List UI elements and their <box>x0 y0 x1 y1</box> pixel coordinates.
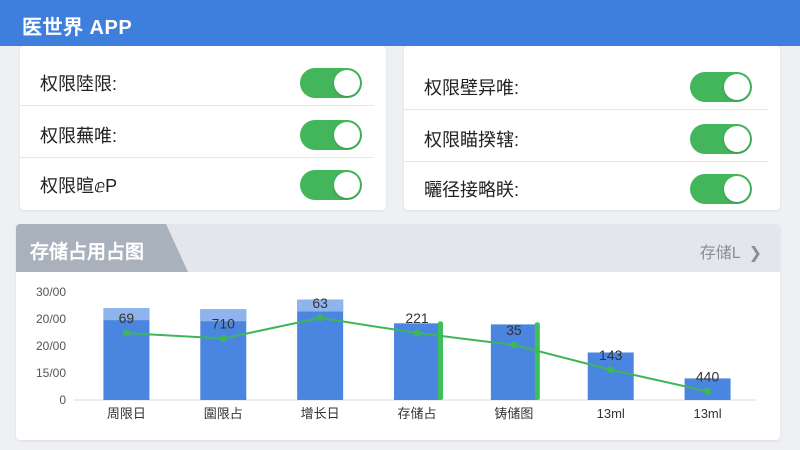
permission-row[interactable]: 权限蕪唯: <box>20 106 386 158</box>
toggle-knob <box>334 122 360 148</box>
x-tick-label: 铸储图 <box>494 406 533 421</box>
x-tick-label: 存储占 <box>397 406 436 421</box>
trend-point <box>316 314 324 322</box>
data-label: 35 <box>506 322 522 338</box>
toggle-knob <box>334 172 360 198</box>
permission-row[interactable]: 权限暄ⅇP <box>20 156 386 208</box>
data-label: 221 <box>405 310 429 326</box>
x-tick-label: 13ml <box>597 406 625 421</box>
permissions-card-right: 权限壁异唯: 权限瞄揆辖: 曬径接略眹: <box>404 46 780 210</box>
permission-toggle[interactable] <box>690 72 752 102</box>
trend-point <box>122 329 130 337</box>
permission-toggle[interactable] <box>690 174 752 204</box>
permission-label: 权限壁异唯: <box>424 78 520 98</box>
toggle-knob <box>724 126 750 152</box>
trend-point <box>510 341 518 349</box>
permission-toggle[interactable] <box>300 170 362 200</box>
y-tick-label: 15/00 <box>36 366 66 380</box>
permission-label: 权限蕪唯: <box>40 126 118 146</box>
permission-toggle[interactable] <box>300 120 362 150</box>
permission-toggle[interactable] <box>300 68 362 98</box>
y-tick-label: 30/00 <box>36 285 66 299</box>
data-label: 69 <box>119 310 135 326</box>
x-tick-label: 增长日 <box>301 406 340 421</box>
app-header: 医世界 APP <box>0 0 800 46</box>
x-tick-label: 圍限占 <box>204 406 243 421</box>
permission-row[interactable]: 权限陸限: <box>20 54 386 106</box>
bar-accent <box>438 321 443 400</box>
data-label: 143 <box>599 347 623 363</box>
permission-label: 曬径接略眹: <box>424 180 520 200</box>
y-tick-label: 0 <box>59 393 66 407</box>
app-title: 医世界 APP <box>22 17 133 39</box>
data-label: 710 <box>212 315 236 331</box>
trend-point <box>704 387 712 395</box>
x-tick-label: 周限日 <box>107 406 146 421</box>
permission-row[interactable]: 权限瞄揆辖: <box>404 110 780 162</box>
trend-point <box>607 366 615 374</box>
permission-row[interactable]: 权限壁异唯: <box>404 58 780 110</box>
permissions-card-left: 权限陸限: 权限蕪唯: 权限暄ⅇP <box>20 46 386 210</box>
bar-accent <box>534 322 540 400</box>
permission-label: 权限暄ⅇP <box>40 176 118 196</box>
x-tick-label: 13ml <box>693 406 721 421</box>
storage-chart-card: 存储占用占图 存储L ❯ 30/00 20/00 20/00 15/00 0 周限日 圍限占增… <box>16 224 780 440</box>
data-label: 440 <box>696 368 720 384</box>
permission-row[interactable]: 曬径接略眹: <box>404 160 780 212</box>
permission-toggle[interactable] <box>690 124 752 154</box>
permission-label: 权限瞄揆辖: <box>424 130 520 150</box>
data-label: 63 <box>312 295 328 311</box>
y-tick-label: 20/00 <box>36 312 66 326</box>
toggle-knob <box>724 176 750 202</box>
storage-chart: 30/00 20/00 20/00 15/00 0 周限日 圍限占 增长日 存储占 铸储图 13ml… <box>36 285 756 421</box>
toggle-knob <box>724 74 750 100</box>
y-tick-label: 20/00 <box>36 339 66 353</box>
permission-label: 权限陸限: <box>40 74 118 94</box>
toggle-knob <box>334 70 360 96</box>
trend-point <box>219 334 227 342</box>
trend-point <box>413 329 421 337</box>
